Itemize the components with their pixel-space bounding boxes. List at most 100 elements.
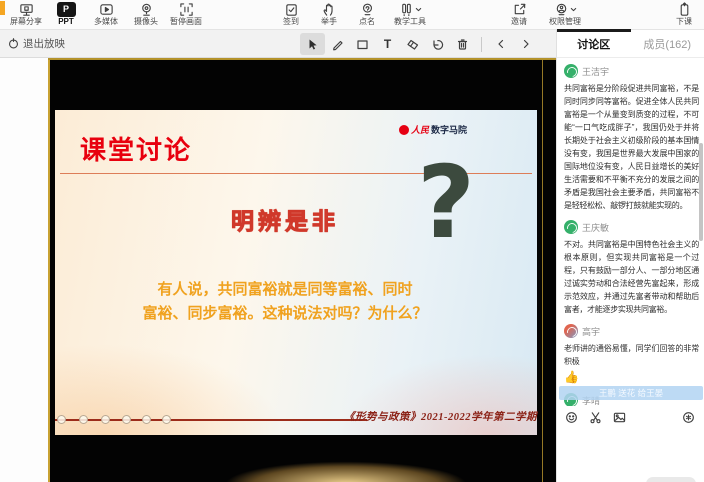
page-dot xyxy=(162,415,171,424)
ppt-button[interactable]: P PPT xyxy=(46,1,86,29)
brand-logo-people: 人民 xyxy=(411,123,429,136)
invite-button[interactable]: 邀请 xyxy=(500,1,538,29)
page-dot xyxy=(57,415,66,424)
toolbar-group-left: 屏幕分享 P PPT 多媒体 摄像头 xyxy=(6,1,206,29)
camera-label: 摄像头 xyxy=(134,17,158,27)
thumbs-up-emoji: 👍 xyxy=(564,370,699,385)
message-header: 王洁宇 xyxy=(564,64,699,78)
raise-hand-button[interactable]: 举手 xyxy=(310,1,348,29)
rectangle-tool-button[interactable] xyxy=(350,33,375,55)
next-slide-button[interactable] xyxy=(513,33,538,55)
message-text: 不对。共同富裕是中国特色社会主义的根本原则，但实现共同富裕是一个过程，只有鼓励一… xyxy=(564,238,699,316)
tab-discussion[interactable]: 讨论区 xyxy=(557,30,631,57)
permission-icon xyxy=(554,2,569,17)
chevron-down-icon xyxy=(570,6,577,13)
chevron-down-icon xyxy=(415,6,422,13)
presentation-stage: 课堂讨论 人民 数字马院 明辨是非 ? 有人说，共同富裕就是同等富裕、同时 富裕… xyxy=(0,58,556,482)
undo-icon xyxy=(431,38,444,51)
image-button[interactable] xyxy=(613,411,626,429)
toolbar-group-center: 签到 举手 点名 教学工具 xyxy=(272,1,434,29)
question-mark-graphic: ? xyxy=(417,160,475,245)
screenshot-button[interactable] xyxy=(589,411,602,429)
slide-title: 课堂讨论 xyxy=(80,130,192,167)
message-header: 王庆敏 xyxy=(564,220,699,234)
message-list[interactable]: 王洁宇 共同富裕是分阶段促进共同富裕，不是同时同步同等富裕。促进全体人民共同富裕… xyxy=(557,58,704,406)
raise-hand-label: 举手 xyxy=(321,17,337,27)
permission-label: 权限管理 xyxy=(549,17,581,27)
teaching-tools-button[interactable]: 教学工具 xyxy=(386,1,434,29)
send-button[interactable] xyxy=(646,477,696,482)
send-flower-button[interactable] xyxy=(682,411,695,429)
ppt-icon: P xyxy=(57,1,76,17)
roll-call-label: 点名 xyxy=(359,17,375,27)
sign-in-button[interactable]: 签到 xyxy=(272,1,310,29)
class-end-icon xyxy=(677,1,692,17)
presentation-subbar: 退出放映 T xyxy=(0,30,556,58)
text-tool-button[interactable]: T xyxy=(375,33,400,55)
slide-gold-border-left xyxy=(48,60,50,482)
slide-body-line-1: 有人说，共同富裕就是同等富裕、同时 xyxy=(55,278,515,302)
gift-flower-icon xyxy=(682,411,695,424)
trash-icon xyxy=(456,38,469,51)
toolbar-group-end: 下课 xyxy=(666,1,702,29)
permission-button[interactable]: 权限管理 xyxy=(538,1,592,29)
chevron-left-icon xyxy=(495,38,507,50)
undo-tool-button[interactable] xyxy=(425,33,450,55)
multimedia-button[interactable]: 多媒体 xyxy=(86,1,126,29)
avatar xyxy=(564,64,578,78)
app-window: 屏幕分享 P PPT 多媒体 摄像头 xyxy=(0,0,704,482)
page-dot xyxy=(142,415,151,424)
brand-logo-icon xyxy=(399,125,409,135)
eraser-tool-button[interactable] xyxy=(400,33,425,55)
rectangle-icon xyxy=(356,38,369,51)
emoji-button[interactable] xyxy=(565,411,578,429)
camera-button[interactable]: 摄像头 xyxy=(126,1,166,29)
exit-slideshow-label: 退出放映 xyxy=(23,36,65,51)
message-author: 王洁宇 xyxy=(582,65,609,78)
camera-icon xyxy=(139,1,154,17)
teaching-tools-label: 教学工具 xyxy=(394,17,426,27)
pause-screen-icon xyxy=(179,1,194,17)
message-author: 高宇 xyxy=(582,325,600,338)
pause-screen-label: 暂停画面 xyxy=(170,17,202,27)
slide-body-line-2: 富裕、同步富裕。这种说法对吗？为什么？ xyxy=(55,302,515,326)
emoji-icon xyxy=(565,411,578,424)
chat-input-bar xyxy=(557,408,704,430)
window-accent xyxy=(0,1,5,15)
multimedia-label: 多媒体 xyxy=(94,17,118,27)
cursor-tool-button[interactable] xyxy=(300,33,325,55)
teaching-tools-icon xyxy=(399,2,414,17)
class-end-label: 下课 xyxy=(676,17,692,27)
slide-bottom-glow xyxy=(206,452,486,482)
message-header: 高宇 xyxy=(564,324,699,338)
pause-screen-button[interactable]: 暂停画面 xyxy=(166,1,206,29)
screen-share-label: 屏幕分享 xyxy=(10,17,42,27)
exit-slideshow-button[interactable]: 退出放映 xyxy=(8,36,65,51)
slide: 课堂讨论 人民 数字马院 明辨是非 ? 有人说，共同富裕就是同等富裕、同时 富裕… xyxy=(48,58,556,482)
clear-annotations-button[interactable] xyxy=(450,33,475,55)
chevron-right-icon xyxy=(520,38,532,50)
chat-scrollbar[interactable] xyxy=(699,143,703,241)
panel-tabs: 讨论区 成员(162) xyxy=(556,30,704,58)
class-end-button[interactable]: 下课 xyxy=(666,1,702,29)
pen-tool-button[interactable] xyxy=(325,33,350,55)
avatar xyxy=(564,220,578,234)
image-icon xyxy=(613,411,626,424)
ppt-label: PPT xyxy=(58,17,74,27)
discussion-panel: 王洁宇 共同富裕是分阶段促进共同富裕，不是同时同步同等富裕。促进全体人民共同富裕… xyxy=(556,58,704,482)
toolbar-divider xyxy=(481,37,482,52)
slide-content: 课堂讨论 人民 数字马院 明辨是非 ? 有人说，共同富裕就是同等富裕、同时 富裕… xyxy=(55,110,537,435)
toolbar-group-right: 邀请 权限管理 xyxy=(500,1,592,29)
pen-icon xyxy=(331,38,344,51)
tab-members[interactable]: 成员(162) xyxy=(631,30,704,57)
prev-slide-button[interactable] xyxy=(488,33,513,55)
invite-icon xyxy=(512,1,527,17)
slide-footer-text: 《形势与政策》2021-2022学年第二学期 xyxy=(344,409,537,424)
avatar xyxy=(564,324,578,338)
scissors-icon xyxy=(589,411,602,424)
roll-call-button[interactable]: 点名 xyxy=(348,1,386,29)
screen-share-button[interactable]: 屏幕分享 xyxy=(6,1,46,29)
screen-share-icon xyxy=(19,1,34,17)
invite-label: 邀请 xyxy=(511,17,527,27)
gift-notification: 王鹏 送花 给王晏 xyxy=(559,386,703,400)
